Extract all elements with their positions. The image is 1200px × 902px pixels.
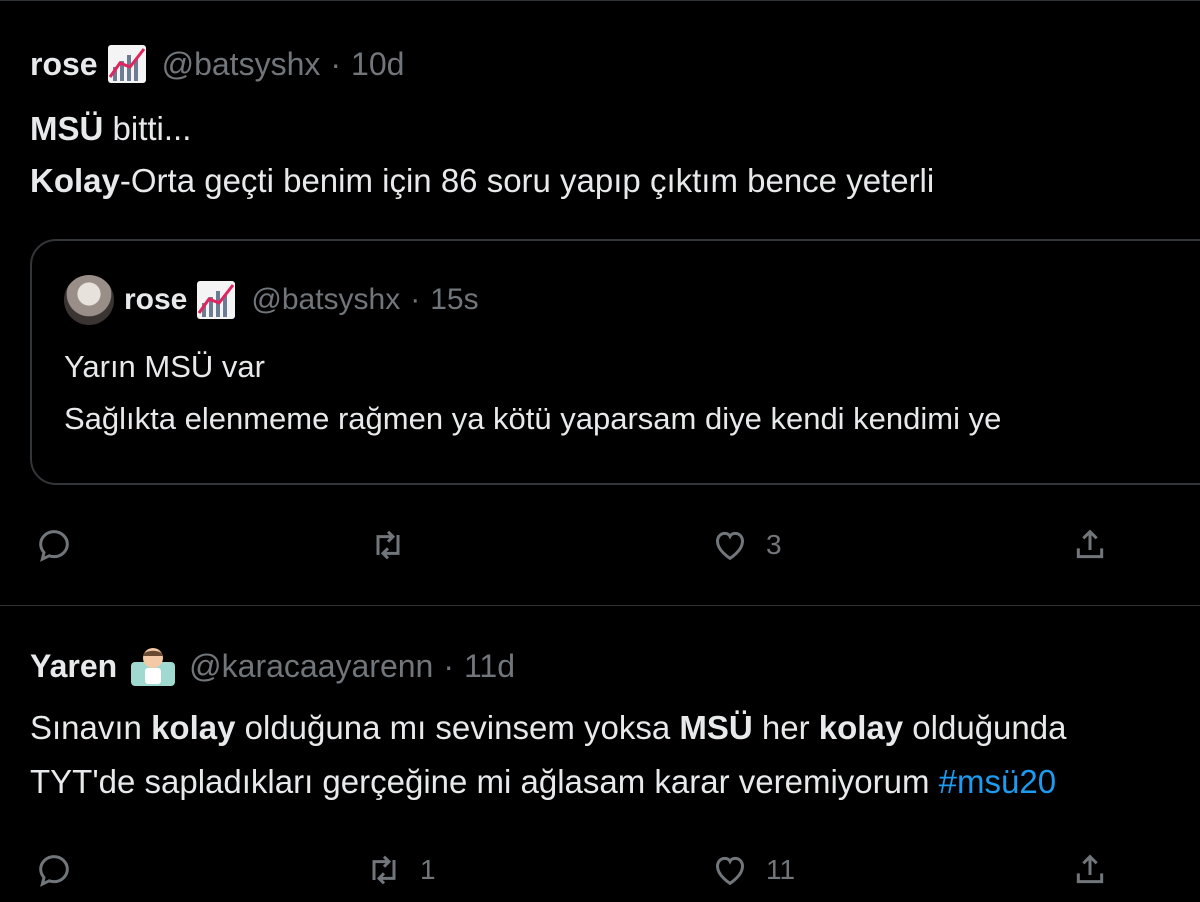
retweet-button[interactable] [368,525,424,565]
author-handle[interactable]: @batsyshx [162,46,321,83]
like-icon [715,856,745,886]
tweet[interactable]: Yaren @karacaayarenn · 11d Sınavın kolay… [0,605,1200,901]
like-icon [715,531,745,561]
timestamp[interactable]: 11d [464,648,515,685]
separator-dot: · [443,647,454,684]
share-icon [1076,529,1104,559]
tweet-header: rose @batsyshx · 10d [30,41,404,87]
quoted-author-handle[interactable]: @batsyshx [251,283,400,317]
timestamp[interactable]: 10d [351,46,404,83]
retweet-button[interactable]: 1 [364,850,436,890]
bold-text: MSÜ [30,110,104,147]
tweet-actions: 1 11 [0,842,1200,902]
text: bitti... [103,110,192,147]
chart-emoji-icon [107,45,146,83]
tweet[interactable]: rose @batsyshx · 10d MSÜ bitti... Kolay-… [0,0,1200,606]
share-button[interactable] [1070,525,1126,565]
quoted-text-line-2: Sağlıkta elenmeme rağmen ya kötü yaparsa… [64,401,1002,436]
tweet-text-line-2: Kolay-Orta geçti benim için 86 soru yapı… [30,155,934,207]
separator-dot: · [330,45,342,82]
tweet-header: Yaren @karacaayarenn · 11d [30,644,515,688]
share-button[interactable] [1070,850,1126,890]
text: Sınavın [30,709,152,746]
quoted-text-line-1: Yarın MSÜ var [64,349,265,384]
hashtag-link[interactable]: #msü20 [939,763,1056,800]
retweet-icon [376,530,400,560]
separator-dot: · [410,283,421,316]
bold-text: kolay [818,709,904,746]
like-button[interactable]: 11 [710,850,795,890]
person-emoji-icon [131,648,176,686]
tweet-text-line-2: TYT'de sapladıkları gerçeğine mi ağlasam… [30,756,1056,808]
text: her [752,709,819,746]
author-handle[interactable]: @karacaayarenn [189,648,433,685]
retweet-icon [372,855,396,885]
text: TYT'de sapladıkları gerçeğine mi ağlasam… [30,763,939,800]
reply-icon [39,855,69,887]
retweet-count: 1 [420,854,436,885]
reply-button[interactable] [34,525,90,565]
like-button[interactable]: 3 [710,525,782,565]
author-name[interactable]: rose [30,46,98,83]
quoted-author-name[interactable]: rose [124,283,187,317]
bold-text: MSÜ [679,709,753,746]
text: -Orta geçti benim için 86 soru yapıp çık… [119,162,935,199]
text: olduğuna mı sevinsem yoksa [235,709,680,746]
avatar[interactable] [64,275,114,325]
quoted-tweet[interactable]: rose @batsyshx · 15s Yarın MSÜ var Sağlı… [30,239,1200,485]
share-icon [1076,854,1104,884]
author-name[interactable]: Yaren [30,648,117,685]
reply-icon [39,530,69,562]
tweet-text-line-1: Sınavın kolay olduğuna mı sevinsem yoksa… [30,702,1066,754]
quoted-tweet-header: rose @batsyshx · 15s [64,275,479,325]
quoted-tweet-text: Yarın MSÜ var Sağlıkta elenmeme rağmen y… [64,341,1001,445]
bold-text: Kolay [30,162,120,199]
quoted-timestamp[interactable]: 15s [430,283,478,317]
tweet-text-line-1: MSÜ bitti... [30,103,191,155]
chart-emoji-icon [197,281,236,319]
like-count: 11 [766,854,796,885]
like-count: 3 [766,529,782,560]
bold-text: kolay [151,709,236,746]
tweet-actions: 3 [0,517,1200,577]
text: olduğunda [903,709,1067,746]
reply-button[interactable] [34,850,90,890]
